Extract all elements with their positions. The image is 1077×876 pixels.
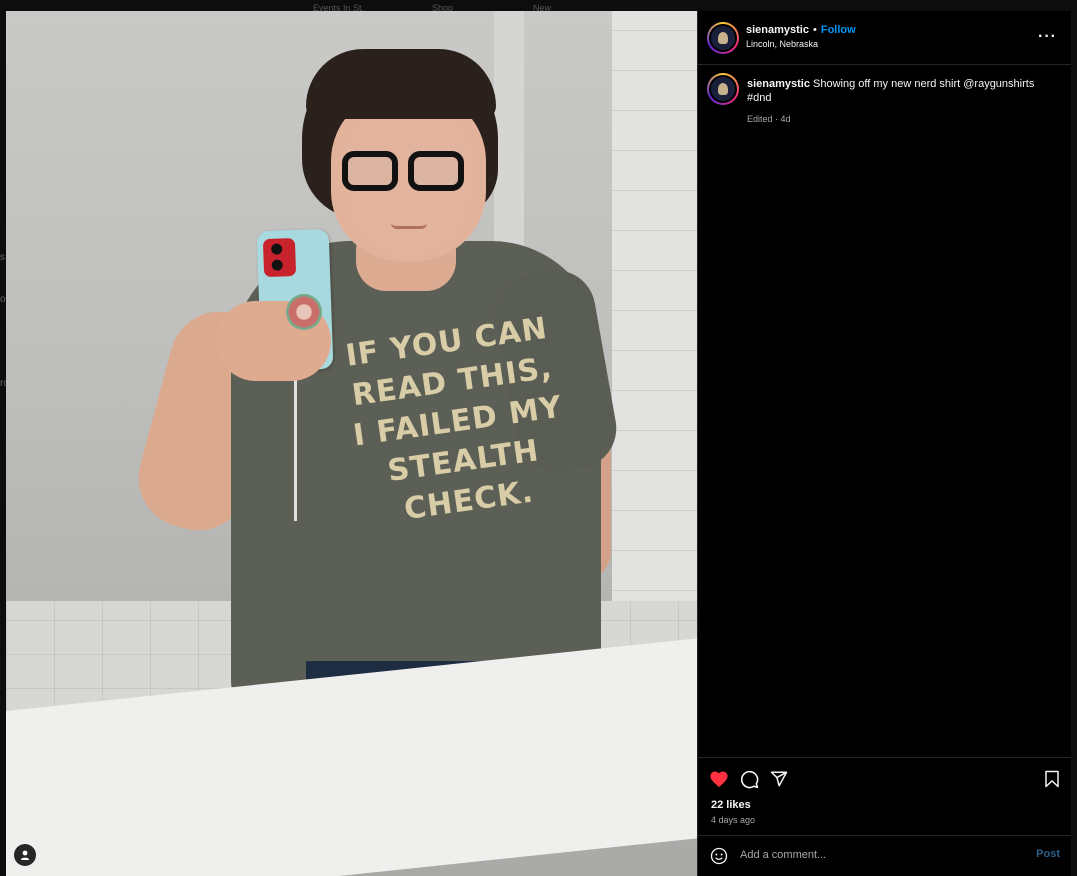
post-details-panel: sienamystic • Follow Lincoln, Nebraska ·…	[697, 11, 1071, 876]
background-text: s	[0, 252, 5, 263]
username-link[interactable]: sienamystic	[746, 24, 809, 36]
comment-input[interactable]	[740, 849, 1020, 861]
comment-icon	[740, 770, 758, 788]
emoji-button[interactable]	[710, 847, 728, 865]
avatar[interactable]	[707, 22, 739, 54]
photo-glasses	[342, 151, 467, 193]
post-timestamp: 4 days ago	[711, 815, 756, 825]
background-text: o	[0, 294, 6, 305]
person-icon	[20, 850, 30, 860]
save-button[interactable]	[1041, 768, 1063, 790]
bookmark-icon	[1045, 770, 1059, 788]
send-icon	[770, 771, 788, 787]
post-caption: sienamystic Showing off my new nerd shir…	[747, 77, 1047, 126]
comment-bar: Post	[698, 835, 1071, 876]
like-button[interactable]	[708, 768, 730, 790]
post-header: sienamystic • Follow Lincoln, Nebraska ·…	[698, 11, 1071, 65]
location-link[interactable]: Lincoln, Nebraska	[746, 39, 856, 49]
follow-button[interactable]: Follow	[821, 24, 856, 36]
post-actions: 22 likes 4 days ago	[698, 757, 1071, 837]
caption-username-link[interactable]: sienamystic	[747, 78, 810, 90]
likes-count[interactable]: 22 likes	[711, 799, 751, 811]
caption-avatar[interactable]	[707, 73, 739, 105]
post-photo[interactable]: IF YOU CAN READ THIS, I FAILED MY STEALT…	[6, 11, 697, 876]
share-button[interactable]	[768, 768, 790, 790]
post-comment-button[interactable]: Post	[1036, 848, 1060, 860]
post-modal: IF YOU CAN READ THIS, I FAILED MY STEALT…	[6, 11, 1071, 876]
more-options-icon[interactable]: ···	[1038, 28, 1057, 46]
heart-icon	[710, 771, 728, 788]
caption-meta: Edited · 4d	[747, 114, 791, 124]
tagged-users-button[interactable]	[14, 844, 36, 866]
comment-button[interactable]	[738, 768, 760, 790]
emoji-icon	[710, 847, 728, 865]
separator-dot: •	[812, 24, 817, 36]
photo-shirt-text: IF YOU CAN READ THIS, I FAILED MY STEALT…	[325, 306, 590, 537]
